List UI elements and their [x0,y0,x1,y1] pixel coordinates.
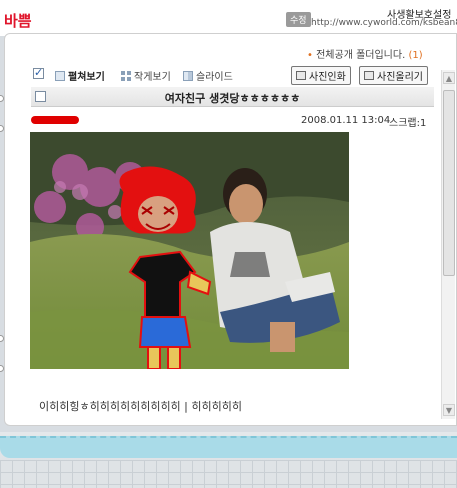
scroll-up-icon[interactable]: ▲ [443,72,455,84]
view-toolbar: 펼쳐보기 작게보기 슬라이드 사진인화 사진올리기 [33,66,435,86]
select-all-toggle[interactable] [33,66,44,79]
grid-view-icon [121,70,131,81]
view-slide-label[interactable]: 슬라이드 [196,68,233,83]
print-icon [296,71,306,80]
checkbox-icon[interactable] [33,66,44,79]
page-title: 바쁨 [4,12,32,30]
expanded-view-icon [55,70,65,81]
view-expanded-label[interactable]: 펼쳐보기 [68,68,105,83]
bullet-icon: • [307,50,313,61]
view-expanded-option[interactable]: 펼쳐보기 [55,68,105,83]
upload-photo-label: 사진올리기 [377,72,423,83]
homepage-url[interactable]: http://www.cyworld.com/ksbean89 [311,18,457,28]
footer-band [0,436,457,458]
post-caption: 이히히힝ㅎ히히히히히히히히히 | 히히히히히 [39,400,242,413]
slideshow-icon [183,70,193,81]
scrap-count[interactable]: 스크랩:1 [389,114,426,129]
post-date: 2008.01.11 13:04 [301,115,391,126]
view-small-label[interactable]: 작게보기 [134,68,171,83]
print-photo-label: 사진인화 [309,72,346,83]
footer-grid-pattern [0,460,457,488]
page-footer [0,432,457,488]
top-strip: 바쁨 수정 사생활보호설정 http://www.cyworld.com/ksb… [0,0,457,36]
print-photo-button[interactable]: 사진인화 [291,66,351,85]
view-slide-option[interactable]: 슬라이드 [183,68,233,83]
upload-photo-button[interactable]: 사진올리기 [359,66,428,85]
redacted-author [31,116,79,124]
upload-icon [364,71,374,80]
scroll-down-icon[interactable]: ▼ [443,404,455,416]
post-title-row: 여자친구 생겻당ㅎㅎㅎㅎㅎㅎ [31,87,434,107]
vertical-scrollbar[interactable]: ▲ ▼ [441,70,455,419]
scroll-thumb[interactable] [443,90,455,276]
post-title: 여자친구 생겻당ㅎㅎㅎㅎㅎㅎ [164,92,301,105]
folder-notice: • 전체공개 폴더입니다. (1) [307,46,423,61]
folder-notice-text: 전체공개 폴더입니다. [316,50,406,61]
edit-button[interactable]: 수정 [286,12,311,27]
post-photo [30,132,349,369]
post-meta: 2008.01.11 13:04 스크랩:1 [31,113,434,129]
folder-count: (1) [408,50,423,61]
view-small-option[interactable]: 작게보기 [121,68,171,83]
photo-illustration [30,132,349,369]
album-panel: • 전체공개 폴더입니다. (1) 펼쳐보기 작게보기 슬라이드 사진인화 사진… [4,33,457,426]
